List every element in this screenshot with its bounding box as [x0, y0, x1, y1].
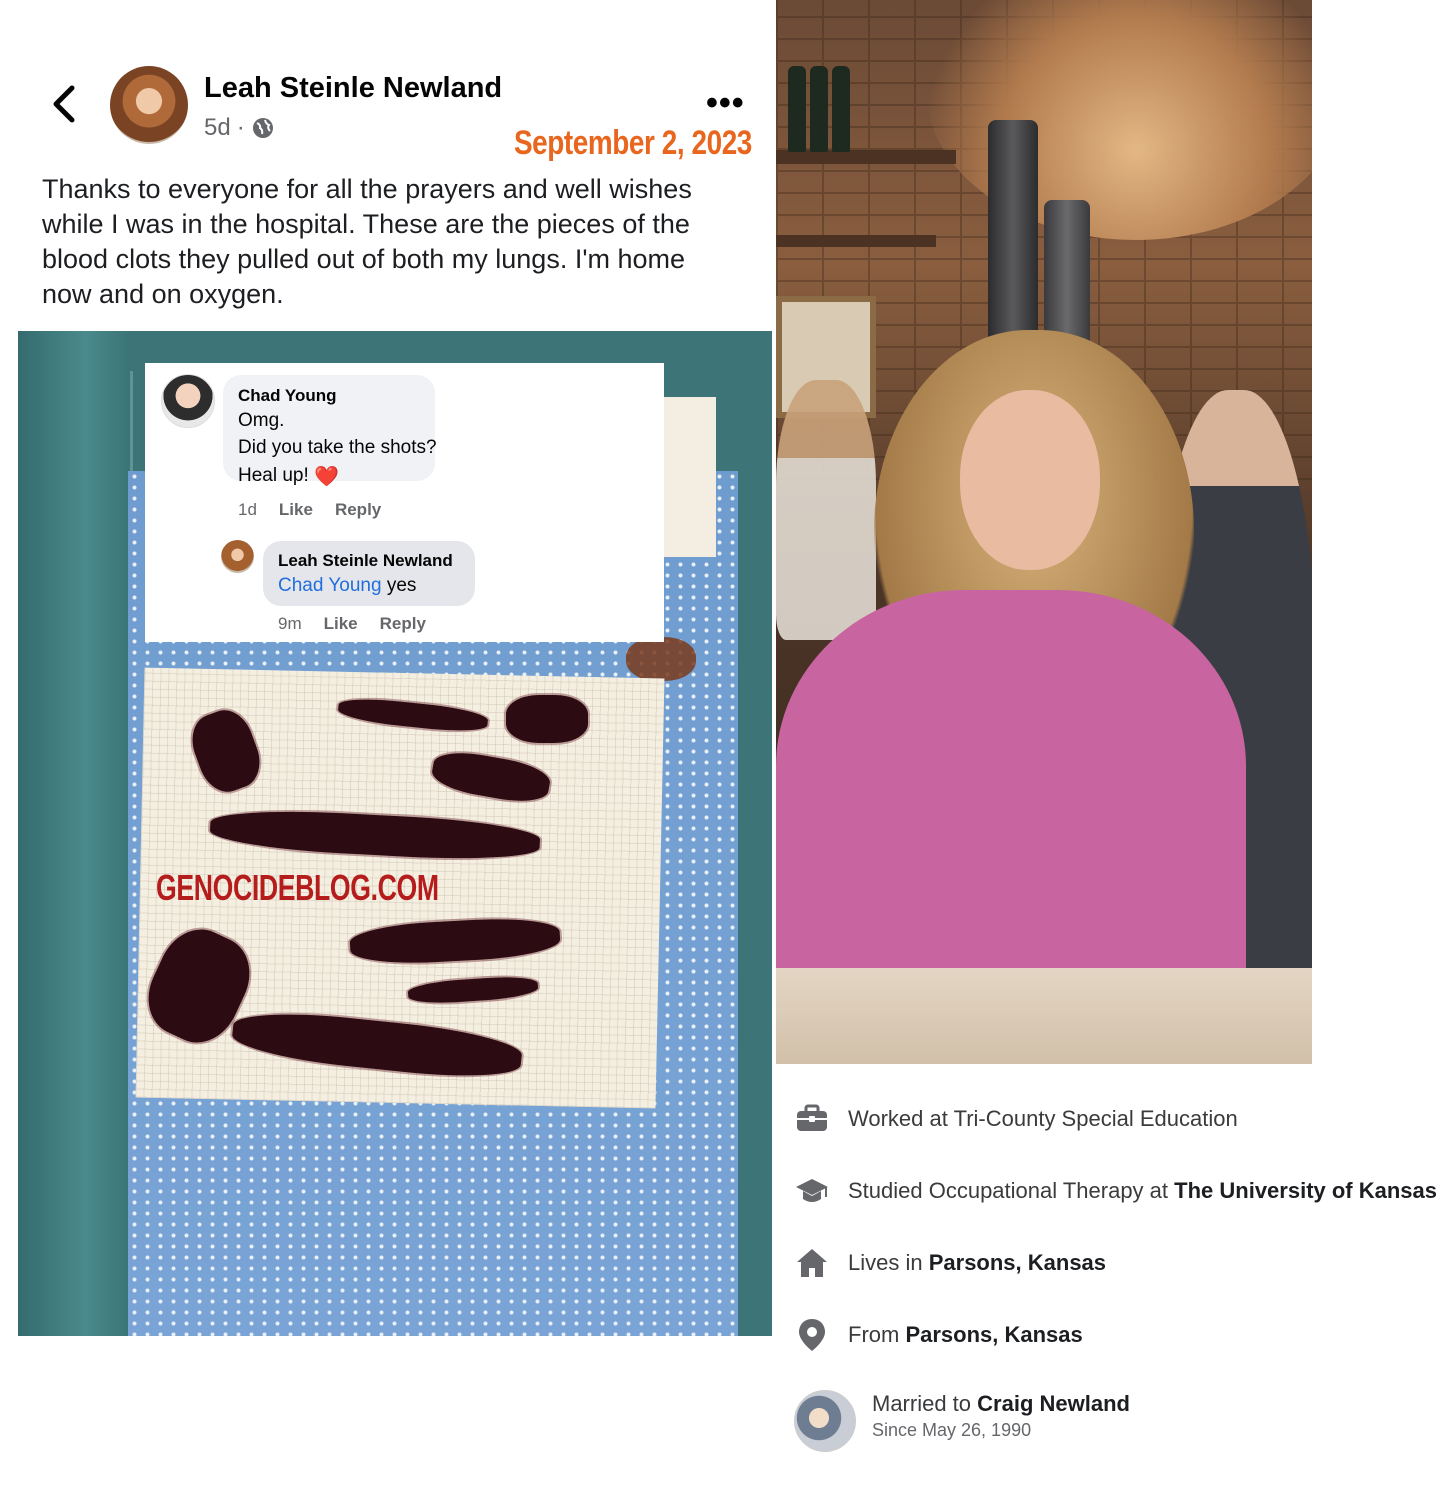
blood-stain — [626, 637, 696, 681]
post-body-text: Thanks to everyone for all the prayers a… — [42, 174, 692, 309]
about-lives[interactable]: Lives in Parsons, Kansas — [794, 1245, 1106, 1281]
reply-actions: 9m Like Reply — [278, 614, 426, 634]
globe-icon — [252, 118, 273, 138]
education-prefix: Studied Occupational Therapy at — [848, 1178, 1169, 1203]
comment-actions: 1d Like Reply — [238, 500, 381, 520]
watermark: GENOCIDEBLOG.COM — [156, 867, 439, 908]
counter — [776, 968, 1312, 1064]
background-person — [776, 380, 876, 640]
post-meta: 5d · — [204, 114, 275, 142]
comment-line-with-emoji: Heal up! ❤️ — [238, 464, 339, 489]
lives-place[interactable]: Parsons, Kansas — [929, 1250, 1106, 1275]
shelf — [776, 235, 936, 247]
about-from[interactable]: From Parsons, Kansas — [794, 1317, 1083, 1353]
bottle — [788, 66, 806, 152]
reply-button[interactable]: Reply — [380, 614, 426, 634]
like-button[interactable]: Like — [279, 500, 313, 520]
paper-edge — [658, 397, 716, 557]
about-work-text: Worked at Tri-County Special Education — [848, 1106, 1238, 1131]
about-from-text: From Parsons, Kansas — [848, 1322, 1083, 1348]
more-options-button[interactable]: ••• — [706, 86, 746, 120]
briefcase-icon — [797, 1104, 827, 1131]
bottle — [832, 66, 850, 152]
tray-edge — [18, 371, 133, 1331]
comment-line: Omg. — [238, 410, 285, 431]
shelf — [776, 150, 956, 164]
education-school[interactable]: The University of Kansas — [1174, 1178, 1437, 1203]
about-education-text: Studied Occupational Therapy at The Univ… — [848, 1178, 1437, 1204]
location-pin-icon — [799, 1319, 825, 1351]
meta-separator: · — [236, 114, 245, 141]
comment-line: Did you take the shots? — [238, 437, 437, 458]
about-education[interactable]: Studied Occupational Therapy at The Univ… — [794, 1173, 1437, 1209]
stove-pipe — [988, 120, 1038, 360]
reply-text: yes — [386, 575, 417, 596]
commenter-avatar[interactable] — [161, 374, 215, 428]
lives-prefix: Lives in — [848, 1250, 923, 1275]
heart-icon: ❤️ — [314, 466, 339, 488]
post-author-name[interactable]: Leah Steinle Newland — [204, 72, 502, 105]
comment-bubble: Chad Young Omg. Did you take the shots? … — [223, 375, 437, 488]
from-prefix: From — [848, 1322, 900, 1347]
clot-3 — [506, 695, 588, 743]
comments-card: Chad Young Omg. Did you take the shots? … — [145, 363, 664, 642]
back-arrow-icon[interactable] — [48, 84, 82, 124]
from-place[interactable]: Parsons, Kansas — [905, 1322, 1082, 1347]
comment-author[interactable]: Chad Young — [238, 386, 337, 406]
reply-line: Chad Young yes — [278, 575, 416, 597]
post-time[interactable]: 5d — [204, 114, 231, 142]
reply-bubble: Leah Steinle Newland Chad Young yes — [263, 541, 475, 606]
about-work[interactable]: Worked at Tri-County Special Education — [794, 1101, 1238, 1137]
reply-button[interactable]: Reply — [335, 500, 381, 520]
reply-avatar[interactable] — [221, 540, 254, 573]
married-prefix: Married to — [872, 1391, 972, 1416]
spouse-avatar[interactable] — [794, 1390, 856, 1452]
subject-shirt — [776, 590, 1246, 1030]
subject-face — [960, 390, 1100, 570]
date-stamp: September 2, 2023 — [514, 124, 752, 162]
reply-author[interactable]: Leah Steinle Newland — [278, 551, 453, 571]
comment-time: 1d — [238, 500, 257, 519]
mention-link[interactable]: Chad Young — [278, 575, 382, 596]
about-lives-text: Lives in Parsons, Kansas — [848, 1250, 1106, 1276]
bottle — [810, 66, 828, 152]
profile-photo[interactable] — [776, 0, 1312, 1064]
author-avatar[interactable] — [110, 66, 188, 144]
spouse-name[interactable]: Craig Newland — [977, 1391, 1130, 1416]
married-since: Since May 26, 1990 — [872, 1420, 1032, 1440]
graduation-cap-icon — [796, 1179, 828, 1202]
like-button[interactable]: Like — [324, 614, 358, 634]
reply-time: 9m — [278, 614, 302, 633]
home-icon — [797, 1249, 827, 1277]
about-married-text: Married to Craig Newland — [872, 1391, 1130, 1417]
comment-line: Heal up! — [238, 465, 309, 486]
